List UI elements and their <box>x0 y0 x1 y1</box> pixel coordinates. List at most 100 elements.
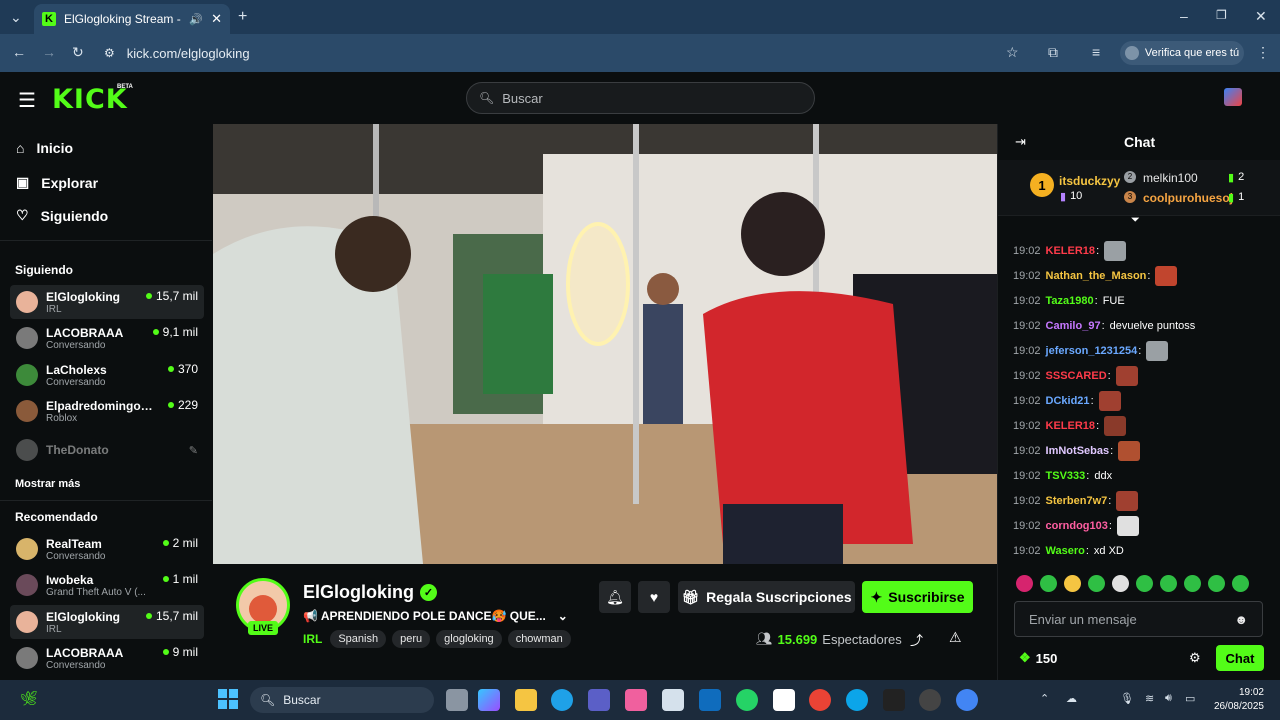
emote-button[interactable] <box>1232 575 1249 592</box>
volume-icon[interactable]: 🔊︎ <box>1165 692 1172 705</box>
windows-start-icon[interactable] <box>218 689 238 709</box>
bookmark-star-icon[interactable]: ☆ <box>1006 44 1019 61</box>
media-control-icon[interactable]: ≡ <box>1092 44 1100 60</box>
microphone-icon[interactable]: 🎙︎ <box>1120 692 1134 705</box>
close-window-icon[interactable]: ✕ <box>1255 8 1267 25</box>
streamer-name[interactable]: ElGlogloking ✓ <box>303 582 437 603</box>
chat-settings-gear-icon[interactable]: ⚙ <box>1189 650 1201 666</box>
emote-button[interactable] <box>1184 575 1201 592</box>
browser-menu-icon[interactable]: ⋮ <box>1256 44 1270 61</box>
following-channel[interactable]: LaCholexs Conversando 370 <box>10 358 204 392</box>
chrome-icon[interactable] <box>809 689 831 711</box>
cortana-icon[interactable] <box>551 689 573 711</box>
emote-button[interactable] <box>1136 575 1153 592</box>
message-user[interactable]: DCkid21 <box>1046 395 1090 407</box>
following-channel[interactable]: ElpadredomingoO... Roblox 229 <box>10 394 204 428</box>
gift-subs-button[interactable]: 🎁︎ Regala Suscripciones <box>678 581 855 613</box>
nav-siguiendo[interactable]: ♡ Siguiendo <box>16 207 108 224</box>
menu-icon[interactable]: ☰ <box>18 88 36 113</box>
terminal-icon[interactable] <box>883 689 905 711</box>
message-user[interactable]: SSSCARED <box>1046 370 1107 382</box>
leader-1-name[interactable]: itsduckzyy <box>1059 174 1120 188</box>
recommended-channel[interactable]: ElGlogloking IRL 15,7 mil <box>10 605 204 639</box>
close-tab-icon[interactable]: ✕ <box>211 11 222 27</box>
leader-3-name[interactable]: coolpurohuesoj <box>1143 191 1233 205</box>
system-clock[interactable]: 19:02 26/08/2025 <box>1208 686 1264 714</box>
back-icon[interactable]: ← <box>12 44 26 60</box>
emoji-icon[interactable]: ☻ <box>1234 612 1248 627</box>
browser-tab[interactable]: K ElGlogloking Stream - Wato 🔊 ✕ <box>34 4 230 34</box>
message-user[interactable]: TSV333 <box>1046 470 1086 482</box>
share-icon[interactable]: ⤴ <box>910 630 923 649</box>
battery-icon[interactable]: ▭ <box>1185 692 1195 705</box>
following-channel-offline[interactable]: TheDonato ✎ <box>10 433 204 467</box>
message-user[interactable]: KELER18 <box>1046 420 1096 432</box>
store-icon[interactable] <box>662 689 684 711</box>
category-link[interactable]: IRL <box>303 632 322 646</box>
tag[interactable]: chowman <box>507 630 571 648</box>
following-channel[interactable]: LACOBRAAA Conversando 9,1 mil <box>10 321 204 355</box>
url-field[interactable]: ⚙ kick.com/elglogloking <box>104 41 1044 65</box>
chevron-down-icon[interactable]: ⌄ <box>558 609 568 623</box>
message-user[interactable]: jeferson_1231254 <box>1046 345 1138 357</box>
message-user[interactable]: Sterben7w7 <box>1046 495 1108 507</box>
obs-icon[interactable] <box>919 689 941 711</box>
extensions-icon[interactable]: ⧉ <box>1048 44 1058 61</box>
task-view-icon[interactable] <box>446 689 468 711</box>
following-channel[interactable]: ElGlogloking IRL 15,7 mil <box>10 285 204 319</box>
emote-button[interactable] <box>1016 575 1033 592</box>
message-user[interactable]: ImNotSebas <box>1046 445 1110 457</box>
emote-button[interactable] <box>1088 575 1105 592</box>
tray-chevron-icon[interactable]: ⌃ <box>1040 692 1049 705</box>
recommended-channel[interactable]: LACOBRAAA Conversando 9 mil <box>10 641 204 675</box>
recommended-channel[interactable]: Iwobeka Grand Theft Auto V (... 1 mil <box>10 568 204 602</box>
subscribe-button[interactable]: ✦ Suscribirse <box>862 581 973 613</box>
verify-button[interactable]: Verifica que eres tú <box>1120 41 1244 65</box>
search-bar[interactable]: 🔍︎ Buscar <box>466 82 815 114</box>
audio-icon[interactable]: 🔊 <box>189 13 203 26</box>
leader-2-name[interactable]: melkin100 <box>1143 171 1198 185</box>
teams-icon[interactable] <box>588 689 610 711</box>
search-input[interactable]: Buscar <box>502 91 542 106</box>
notification-bell-button[interactable]: 🔔︎ <box>599 581 631 613</box>
message-user[interactable]: Wasero <box>1046 545 1085 557</box>
tag[interactable]: glogloking <box>436 630 502 648</box>
edge-icon[interactable] <box>846 689 868 711</box>
widget-icon[interactable]: 🌿︎ <box>20 690 38 707</box>
video-player[interactable] <box>213 124 997 564</box>
follow-heart-button[interactable]: ♥ <box>638 581 670 613</box>
collapse-chat-icon[interactable]: ⇥ <box>1015 134 1026 150</box>
new-tab-icon[interactable]: + <box>238 8 247 26</box>
report-warning-icon[interactable]: ⚠ <box>949 629 962 646</box>
maximize-icon[interactable]: ❐ <box>1216 8 1227 22</box>
message-user[interactable]: Camilo_97 <box>1046 320 1101 332</box>
file-explorer-icon[interactable] <box>515 689 537 711</box>
outlook-icon[interactable] <box>699 689 721 711</box>
minimize-icon[interactable]: – <box>1180 8 1188 24</box>
expand-leaderboard-icon[interactable]: ⏷ <box>1131 214 1140 227</box>
tag[interactable]: peru <box>392 630 431 648</box>
nav-explorar[interactable]: ▣ Explorar <box>16 174 98 191</box>
show-more-link[interactable]: Mostrar más <box>15 478 80 490</box>
chrome-active-icon[interactable] <box>956 689 978 711</box>
recommended-channel[interactable]: RealTeam Conversando 2 mil <box>10 532 204 566</box>
power-bi-icon[interactable] <box>625 689 647 711</box>
taskbar-search[interactable]: 🔍︎ Buscar <box>250 687 434 713</box>
channel-points[interactable]: ❖ 150 <box>1019 650 1057 666</box>
chat-input[interactable]: Enviar un mensaje ☻ <box>1014 601 1263 637</box>
message-user[interactable]: Nathan_the_Mason <box>1046 270 1147 282</box>
forward-icon[interactable]: → <box>42 44 56 60</box>
emote-button[interactable] <box>1208 575 1225 592</box>
copilot-icon[interactable] <box>478 689 500 711</box>
user-avatar[interactable] <box>1224 88 1242 106</box>
emote-button[interactable] <box>1160 575 1177 592</box>
emote-button[interactable] <box>1064 575 1081 592</box>
message-user[interactable]: KELER18 <box>1046 245 1096 257</box>
tag[interactable]: Spanish <box>330 630 387 648</box>
reload-icon[interactable]: ↻ <box>72 44 84 61</box>
onedrive-icon[interactable]: ☁ <box>1066 692 1077 705</box>
message-user[interactable]: corndog103 <box>1046 520 1108 532</box>
wifi-icon[interactable]: ≋ <box>1145 692 1154 705</box>
nav-inicio[interactable]: ⌂ Inicio <box>16 140 73 156</box>
tab-list-icon[interactable]: ⌄ <box>10 9 22 26</box>
